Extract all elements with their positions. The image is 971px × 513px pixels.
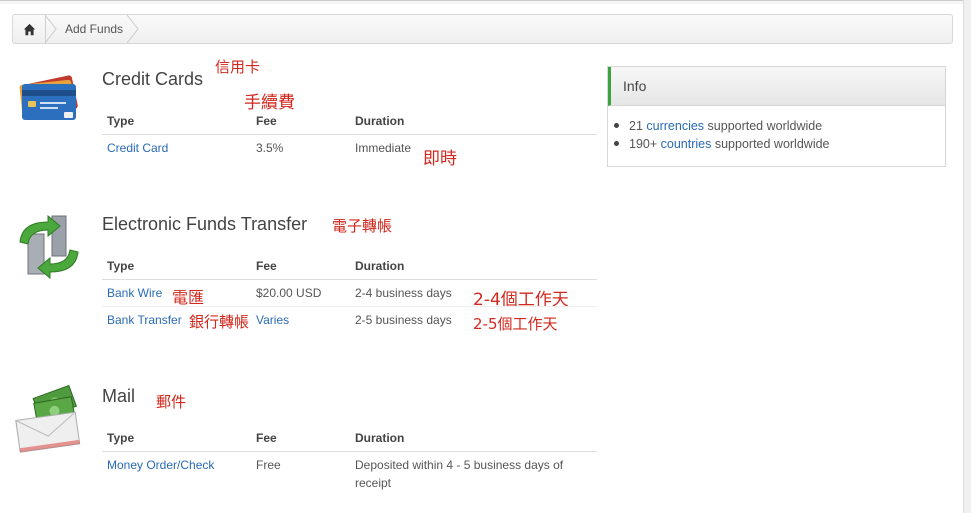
credit-card-link[interactable]: Credit Card [107,141,168,155]
column-header-duration: Duration [355,431,405,445]
column-header-type: Type [107,259,135,273]
bullet-icon [614,141,619,147]
annotation-mail: 郵件 [156,393,187,411]
money-order-link[interactable]: Money Order/Check [107,458,214,472]
info-item-currencies: 21 currencies supported worldwide [614,119,822,133]
annotation-fee: 手續費 [244,93,295,113]
annotation-credit-cards: 信用卡 [215,58,261,76]
column-header-fee: Fee [256,431,277,445]
info-item-countries: 190+ countries supported worldwide [614,137,830,151]
credit-cards-title: Credit Cards [102,69,204,89]
annotation-eft: 電子轉帳 [332,217,393,235]
column-header-type: Type [107,114,135,128]
money-envelope-icon [15,384,81,453]
top-border [0,0,971,4]
annotation-bank-transfer-duration: 2-5個工作天 [473,315,558,333]
info-item-suffix: supported worldwide [711,137,830,151]
column-header-duration: Duration [355,114,405,128]
bullet-icon [614,123,619,129]
breadcrumb: Add Funds [12,14,953,44]
credit-card-duration: Immediate [355,141,412,155]
money-order-duration: Deposited within 4 - 5 business days of [355,458,564,472]
table-divider [102,279,597,280]
credit-cards-icon [19,75,78,120]
mail-title: Mail [102,386,136,406]
money-order-duration-cont: receipt [355,476,392,490]
bank-wire-fee: $20.00 USD [256,286,322,300]
column-header-type: Type [107,431,135,445]
breadcrumb-home[interactable] [13,15,46,43]
credit-card-fee: 3.5% [256,141,284,155]
breadcrumb-current: Add Funds [65,22,124,36]
info-item-prefix: 21 [629,119,647,133]
scrollbar[interactable] [963,0,971,513]
annotation-bank-wire: 電匯 [172,288,205,307]
table-divider [102,451,597,452]
info-panel-title: Info [623,78,647,94]
column-header-fee: Fee [256,259,277,273]
info-item-prefix: 190+ [629,137,661,151]
info-panel: Info 21 currencies supported worldwide 1… [607,66,946,167]
table-divider [102,134,597,135]
breadcrumb-separator [127,15,139,43]
bank-wire-link[interactable]: Bank Wire [107,286,162,300]
home-icon [23,23,35,35]
bank-transfer-duration: 2-5 business days [355,313,452,327]
annotation-immediate: 即時 [423,149,457,169]
eft-title: Electronic Funds Transfer [102,214,308,234]
annotation-bank-transfer: 銀行轉帳 [189,313,250,331]
breadcrumb-separator [45,15,57,43]
column-header-duration: Duration [355,259,405,273]
bank-transfer-fee[interactable]: Varies [256,313,289,327]
bank-wire-duration: 2-4 business days [355,286,452,300]
info-panel-header: Info [608,67,945,106]
info-item-suffix: supported worldwide [704,119,823,133]
currencies-link[interactable]: currencies [646,119,704,133]
table-divider [102,306,597,307]
transfer-arrows-icon [19,214,79,280]
countries-link[interactable]: countries [661,137,712,151]
column-header-fee: Fee [256,114,277,128]
money-order-fee: Free [256,458,281,472]
bank-transfer-link[interactable]: Bank Transfer [107,313,182,327]
